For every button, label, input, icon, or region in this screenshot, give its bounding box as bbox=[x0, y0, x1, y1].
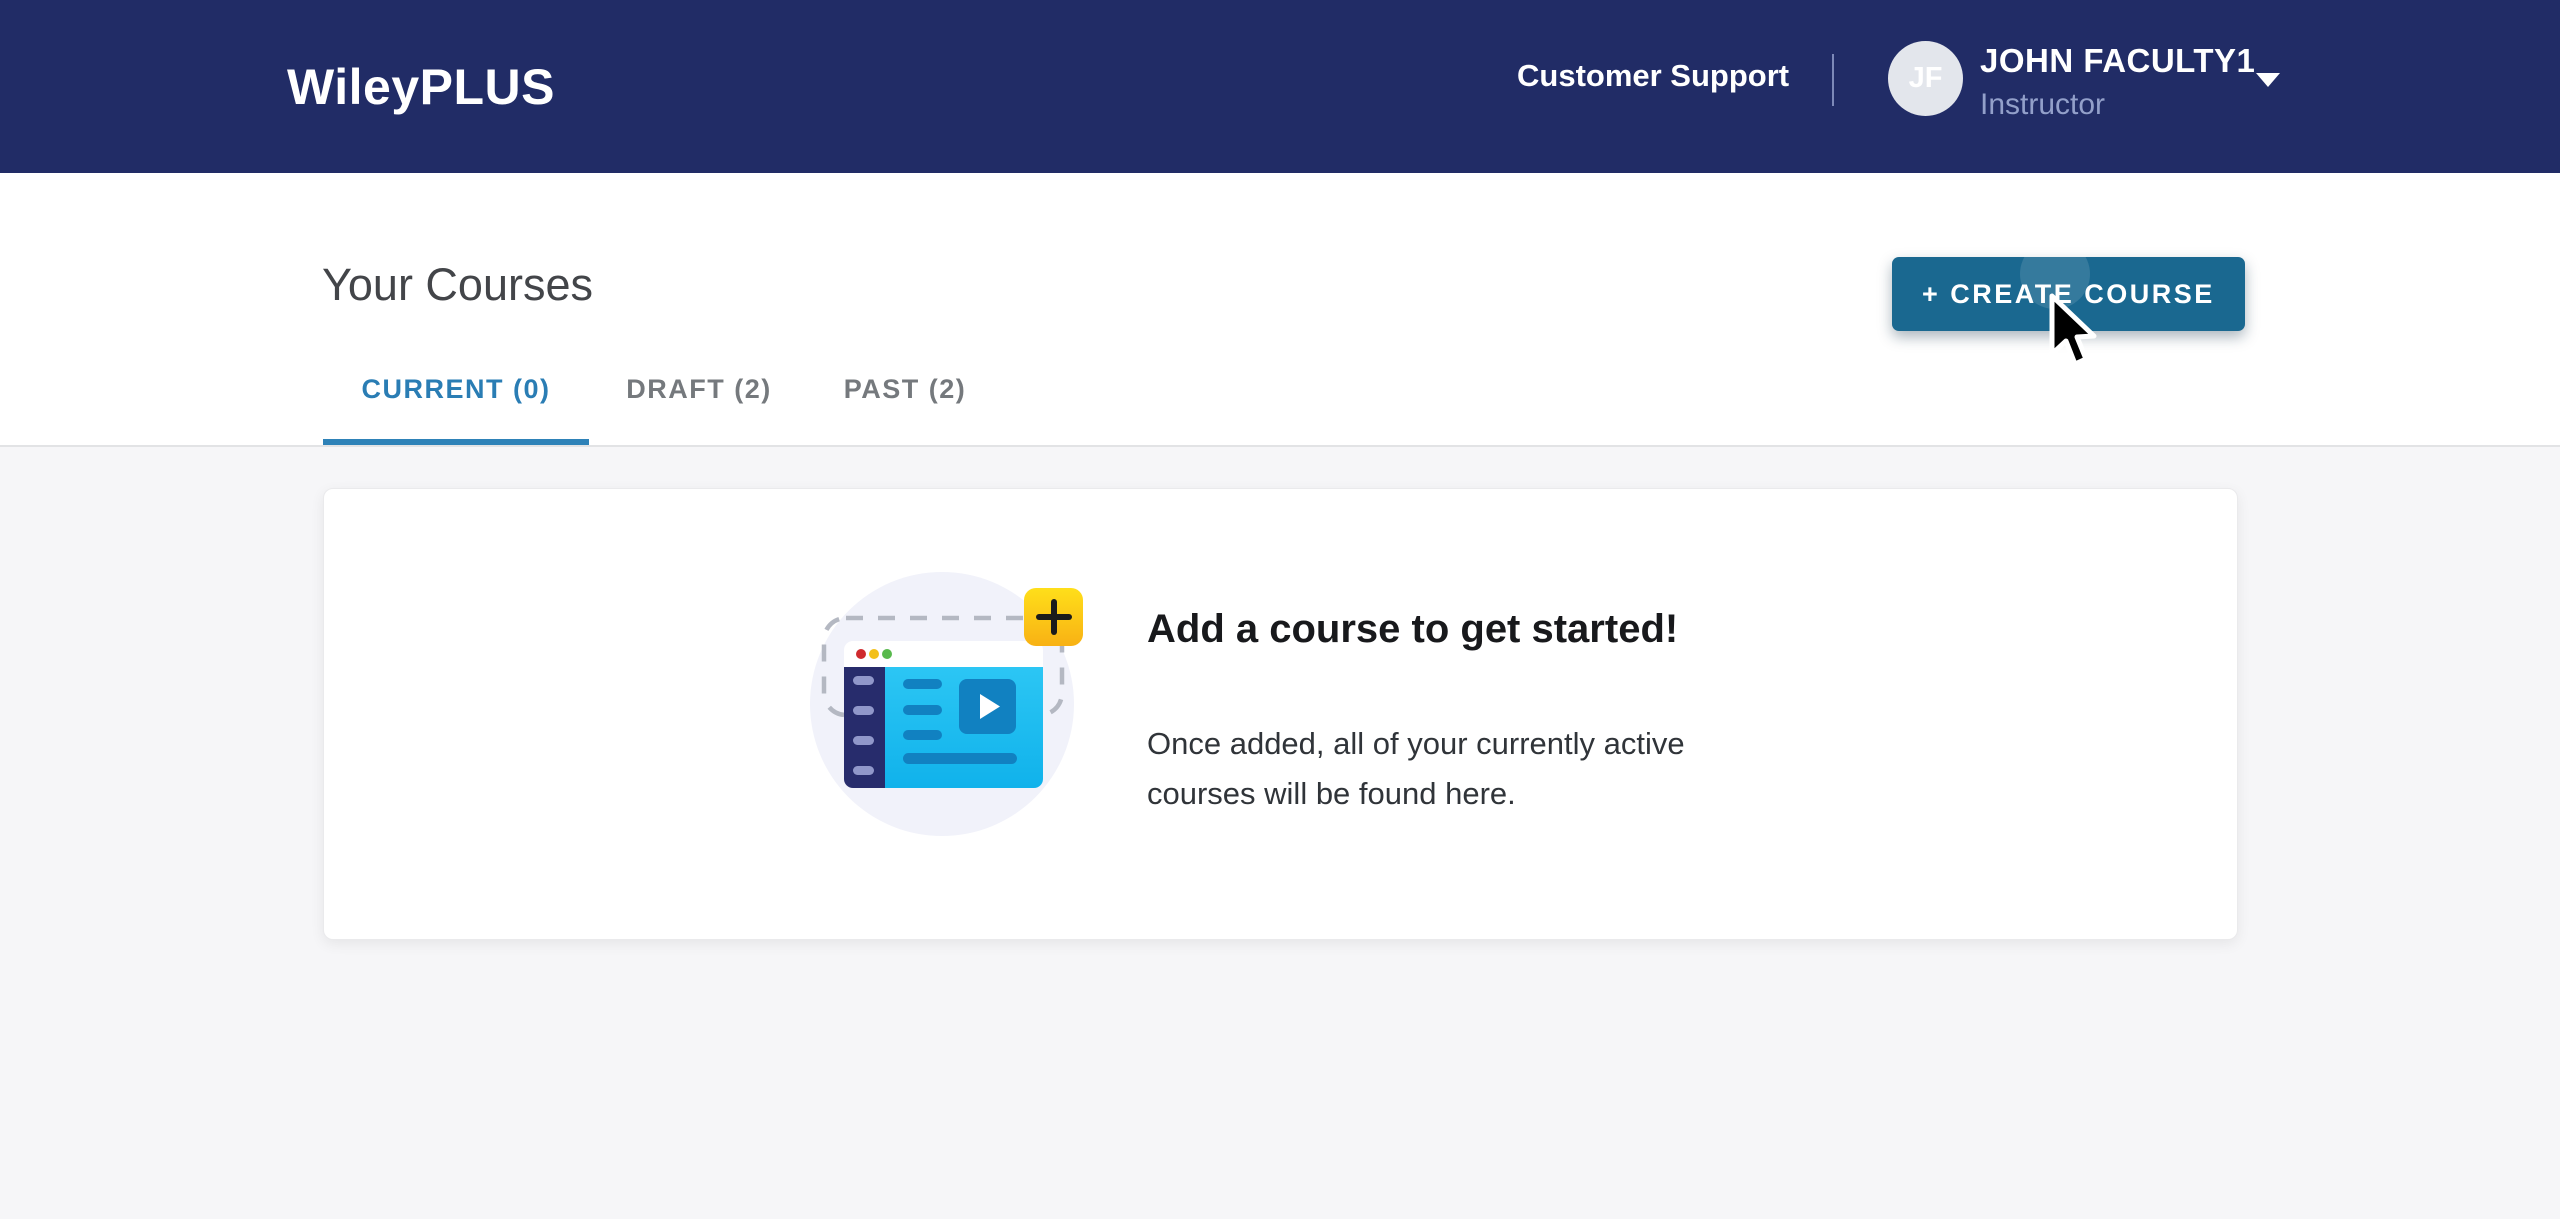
empty-state-heading: Add a course to get started! bbox=[1147, 605, 1685, 653]
browser-dot-green bbox=[882, 649, 892, 659]
empty-state-card: Add a course to get started! Once added,… bbox=[323, 488, 2238, 940]
user-role: Instructor bbox=[1980, 88, 2105, 122]
browser-dot-red bbox=[856, 649, 866, 659]
create-course-button[interactable]: + CREATE COURSE bbox=[1892, 257, 2245, 331]
app-header: WileyPLUS Customer Support JF JOHN FACUL… bbox=[0, 0, 2560, 173]
content-area: Add a course to get started! Once added,… bbox=[0, 447, 2560, 1219]
avatar[interactable]: JF bbox=[1888, 41, 1963, 116]
tabbar: CURRENT (0) DRAFT (2) PAST (2) bbox=[323, 349, 1001, 445]
app-logo: WileyPLUS bbox=[287, 58, 555, 116]
empty-state-body-line2: courses will be found here. bbox=[1147, 769, 1685, 819]
empty-state-body: Once added, all of your currently active… bbox=[1147, 719, 1685, 819]
chevron-down-icon[interactable] bbox=[2256, 73, 2280, 87]
page-title: Your Courses bbox=[322, 259, 593, 311]
tab-current[interactable]: CURRENT (0) bbox=[323, 349, 589, 445]
empty-state-body-line1: Once added, all of your currently active bbox=[1147, 719, 1685, 769]
tab-draft[interactable]: DRAFT (2) bbox=[589, 349, 809, 445]
user-name[interactable]: JOHN FACULTY1 bbox=[1980, 42, 2255, 80]
header-divider bbox=[1832, 54, 1834, 106]
course-illustration bbox=[801, 566, 1101, 866]
create-course-label: + CREATE COURSE bbox=[1922, 279, 2215, 309]
customer-support-link[interactable]: Customer Support bbox=[1517, 58, 1789, 94]
subheader: Your Courses CURRENT (0) DRAFT (2) PAST … bbox=[0, 173, 2560, 447]
browser-dot-yellow bbox=[869, 649, 879, 659]
tab-past[interactable]: PAST (2) bbox=[809, 349, 1001, 445]
empty-state-text: Add a course to get started! Once added,… bbox=[1147, 605, 1685, 819]
